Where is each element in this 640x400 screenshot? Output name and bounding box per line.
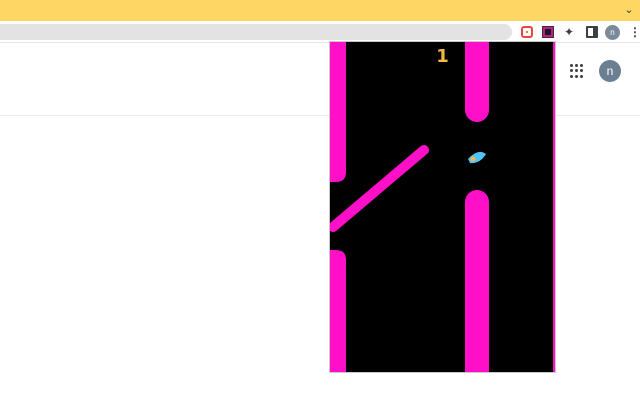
browser-toolbar: ✦ n ⋮ — [0, 21, 640, 43]
score-value: 1 — [436, 46, 449, 67]
more-menu-icon[interactable]: ⋮ — [629, 25, 640, 39]
left-wall-bottom — [330, 250, 346, 372]
game-popup[interactable]: 1 — [329, 41, 556, 373]
chevron-down-icon[interactable]: ⌄ — [622, 2, 636, 18]
side-panel-icon[interactable] — [586, 26, 598, 38]
right-edge-wall — [553, 42, 555, 372]
pillar-bottom — [465, 190, 489, 372]
address-bar[interactable] — [0, 24, 512, 40]
account-avatar[interactable]: n — [599, 60, 621, 82]
game-canvas[interactable] — [330, 42, 556, 373]
browser-top-strip: ⌄ — [0, 0, 640, 21]
profile-avatar-small[interactable]: n — [605, 25, 620, 40]
game-extension-icon[interactable] — [542, 26, 554, 38]
puzzle-icon[interactable]: ✦ — [563, 26, 575, 38]
apps-grid-icon[interactable] — [570, 64, 584, 78]
screen-recorder-icon[interactable] — [521, 26, 533, 38]
score-display: 1 — [330, 46, 555, 67]
game-background — [330, 42, 555, 372]
